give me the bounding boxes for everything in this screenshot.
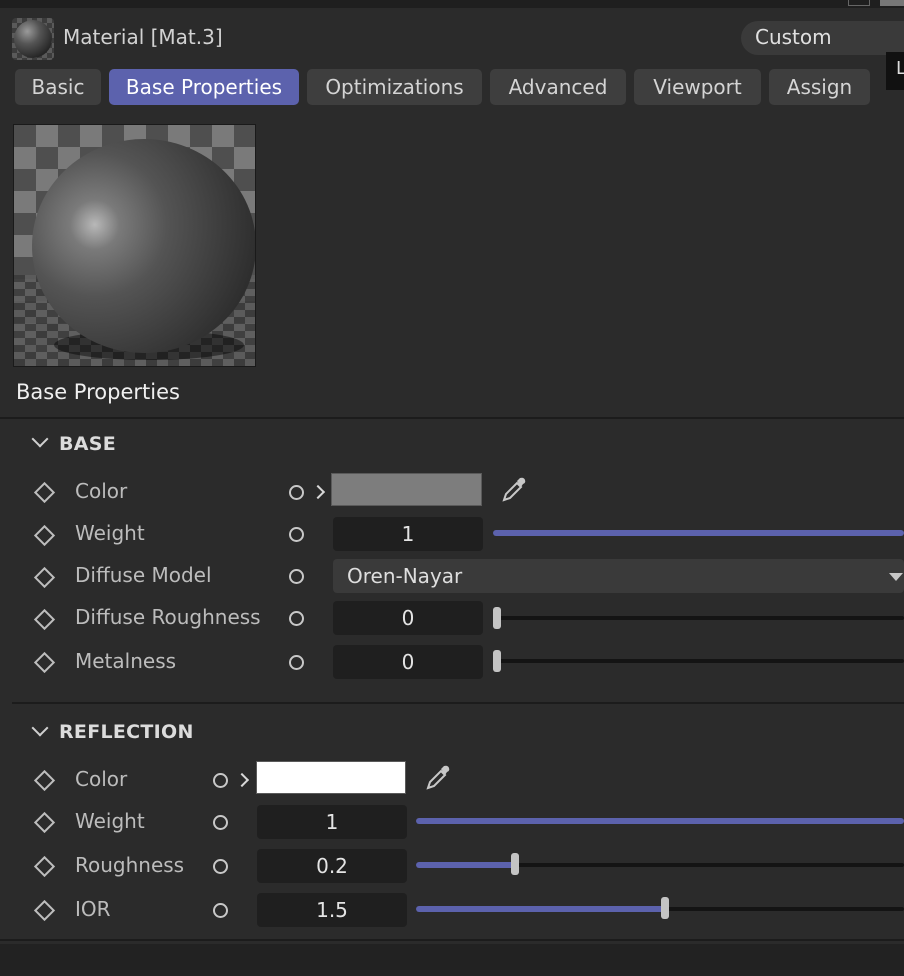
tab-assign[interactable]: Assign <box>769 69 870 105</box>
group-header-base[interactable]: BASE <box>59 433 116 455</box>
base-color-label: Color <box>75 479 128 503</box>
eyedropper-icon[interactable] <box>424 764 454 792</box>
eyedropper-icon[interactable] <box>500 476 530 504</box>
keyframe-diamond-icon[interactable] <box>33 566 56 589</box>
chevron-down-icon[interactable] <box>31 719 49 737</box>
window-maximize-icon[interactable] <box>880 0 904 6</box>
group-header-reflection[interactable]: REFLECTION <box>59 721 194 743</box>
reflection-weight-slider-fill <box>416 818 904 824</box>
diffuse-model-value: Oren-Nayar <box>347 564 463 588</box>
tab-base-properties[interactable]: Base Properties <box>109 69 299 105</box>
tab-optimizations[interactable]: Optimizations <box>307 69 482 105</box>
keyframe-diamond-icon[interactable] <box>33 899 56 922</box>
keyframe-diamond-icon[interactable] <box>33 481 56 504</box>
reflection-roughness-field[interactable]: 0.2 <box>257 849 407 883</box>
animate-circle-icon[interactable] <box>289 527 304 542</box>
section-title: Base Properties <box>16 380 180 404</box>
material-title: Material [Mat.3] <box>63 25 223 49</box>
diffuse-roughness-slider-handle[interactable] <box>493 607 501 629</box>
base-color-swatch[interactable] <box>331 473 482 506</box>
reflection-roughness-slider-fill <box>416 862 516 868</box>
tab-basic[interactable]: Basic <box>15 69 101 105</box>
side-flag-label: L <box>896 58 904 79</box>
keyframe-diamond-icon[interactable] <box>33 769 56 792</box>
ior-slider-fill <box>416 906 665 912</box>
bottom-bar <box>0 944 904 976</box>
window-minimize-icon[interactable] <box>848 0 870 6</box>
diffuse-model-label: Diffuse Model <box>75 563 212 587</box>
animate-circle-icon[interactable] <box>213 773 228 788</box>
ior-label: IOR <box>75 897 111 921</box>
tab-viewport[interactable]: Viewport <box>634 69 761 105</box>
window-top-strip <box>0 0 904 8</box>
divider <box>12 702 904 704</box>
keyframe-diamond-icon[interactable] <box>33 651 56 674</box>
animate-circle-icon[interactable] <box>289 569 304 584</box>
metalness-field[interactable]: 0 <box>333 645 483 679</box>
tab-advanced[interactable]: Advanced <box>490 69 626 105</box>
metalness-slider[interactable] <box>493 659 904 663</box>
metalness-label: Metalness <box>75 649 177 673</box>
expand-arrow-icon[interactable] <box>310 484 326 500</box>
metalness-slider-handle[interactable] <box>493 650 501 672</box>
divider <box>0 417 904 419</box>
reflection-color-label: Color <box>75 767 128 791</box>
dropdown-arrow-icon[interactable] <box>889 573 903 581</box>
diffuse-roughness-label: Diffuse Roughness <box>75 605 261 629</box>
animate-circle-icon[interactable] <box>289 485 304 500</box>
animate-circle-icon[interactable] <box>213 815 228 830</box>
preset-label: Custom <box>755 25 832 49</box>
divider <box>0 939 904 941</box>
reflection-weight-label: Weight <box>75 809 145 833</box>
keyframe-diamond-icon[interactable] <box>33 811 56 834</box>
keyframe-diamond-icon[interactable] <box>33 608 56 631</box>
animate-circle-icon[interactable] <box>213 903 228 918</box>
chevron-down-icon[interactable] <box>31 430 49 448</box>
base-weight-slider-fill <box>493 530 904 536</box>
reflection-roughness-label: Roughness <box>75 853 185 877</box>
keyframe-diamond-icon[interactable] <box>33 855 56 878</box>
ior-slider-handle[interactable] <box>660 897 669 919</box>
diffuse-roughness-field[interactable]: 0 <box>333 601 483 635</box>
animate-circle-icon[interactable] <box>289 611 304 626</box>
expand-arrow-icon[interactable] <box>234 772 250 788</box>
keyframe-diamond-icon[interactable] <box>33 524 56 547</box>
diffuse-model-dropdown[interactable]: Oren-Nayar <box>333 559 904 593</box>
reflection-roughness-slider-handle[interactable] <box>511 853 520 875</box>
ior-field[interactable]: 1.5 <box>257 893 407 927</box>
side-panel-flag[interactable]: L <box>886 52 904 90</box>
base-weight-field[interactable]: 1 <box>333 517 483 551</box>
base-weight-label: Weight <box>75 521 145 545</box>
material-preview[interactable] <box>13 124 256 367</box>
material-sphere-icon <box>12 18 54 60</box>
animate-circle-icon[interactable] <box>213 859 228 874</box>
diffuse-roughness-slider[interactable] <box>493 616 904 620</box>
reflection-color-swatch[interactable] <box>256 761 406 794</box>
animate-circle-icon[interactable] <box>289 655 304 670</box>
reflection-weight-field[interactable]: 1 <box>257 805 407 839</box>
